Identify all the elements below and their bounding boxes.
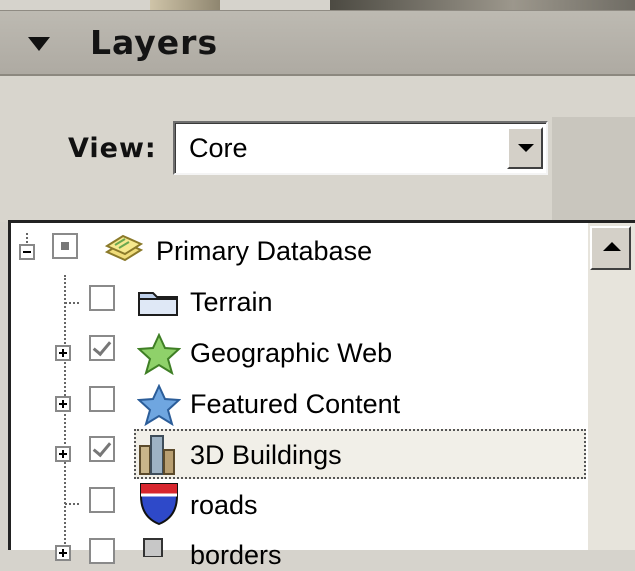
checkbox-3d-buildings[interactable]: [89, 436, 115, 462]
highway-shield-icon: [140, 483, 178, 526]
expand-toggle-featured-content[interactable]: [55, 396, 71, 412]
triangle-down-icon[interactable]: [28, 37, 50, 51]
layers-panel-header[interactable]: Layers: [0, 10, 635, 76]
tree-label-3d-buildings[interactable]: 3D Buildings: [190, 440, 342, 471]
tree-label-borders[interactable]: borders: [190, 540, 282, 571]
panel-title: Layers: [90, 23, 219, 62]
checkbox-terrain[interactable]: [89, 285, 115, 311]
tree-label-featured-content[interactable]: Featured Content: [190, 389, 400, 420]
tree-label-terrain[interactable]: Terrain: [190, 287, 273, 318]
folder-icon: [138, 292, 178, 316]
border-icon: [143, 538, 163, 557]
checkbox-primary-database[interactable]: [52, 233, 78, 259]
checkbox-roads[interactable]: [89, 487, 115, 513]
database-icon: [104, 234, 144, 262]
expand-toggle-geographic-web[interactable]: [55, 345, 71, 361]
buildings-icon: [139, 435, 175, 475]
tree-left-margin: [0, 222, 8, 550]
tree-label-geographic-web[interactable]: Geographic Web: [190, 338, 392, 369]
checkbox-borders[interactable]: [89, 538, 115, 564]
tree-line: [65, 503, 79, 505]
view-select-value: Core: [189, 133, 248, 163]
view-select[interactable]: Core: [173, 121, 548, 175]
tree-line: [65, 302, 79, 304]
checkbox-geographic-web[interactable]: [89, 335, 115, 361]
green-star-icon: [137, 333, 181, 375]
tree-line: [26, 233, 28, 243]
chevron-down-icon[interactable]: [507, 127, 543, 169]
scroll-up-arrow-icon[interactable]: [590, 226, 631, 270]
blue-star-icon: [137, 384, 181, 426]
view-label: View:: [68, 133, 157, 164]
view-panel-shadow: [552, 117, 635, 222]
vertical-scrollbar[interactable]: [588, 223, 635, 550]
collapse-toggle-primary-database[interactable]: [19, 244, 35, 260]
tree-label-roads[interactable]: roads: [190, 490, 258, 521]
expand-toggle-borders[interactable]: [55, 545, 71, 561]
expand-toggle-3d-buildings[interactable]: [55, 446, 71, 462]
tree-label-primary-database[interactable]: Primary Database: [156, 236, 372, 267]
checkbox-featured-content[interactable]: [89, 386, 115, 412]
